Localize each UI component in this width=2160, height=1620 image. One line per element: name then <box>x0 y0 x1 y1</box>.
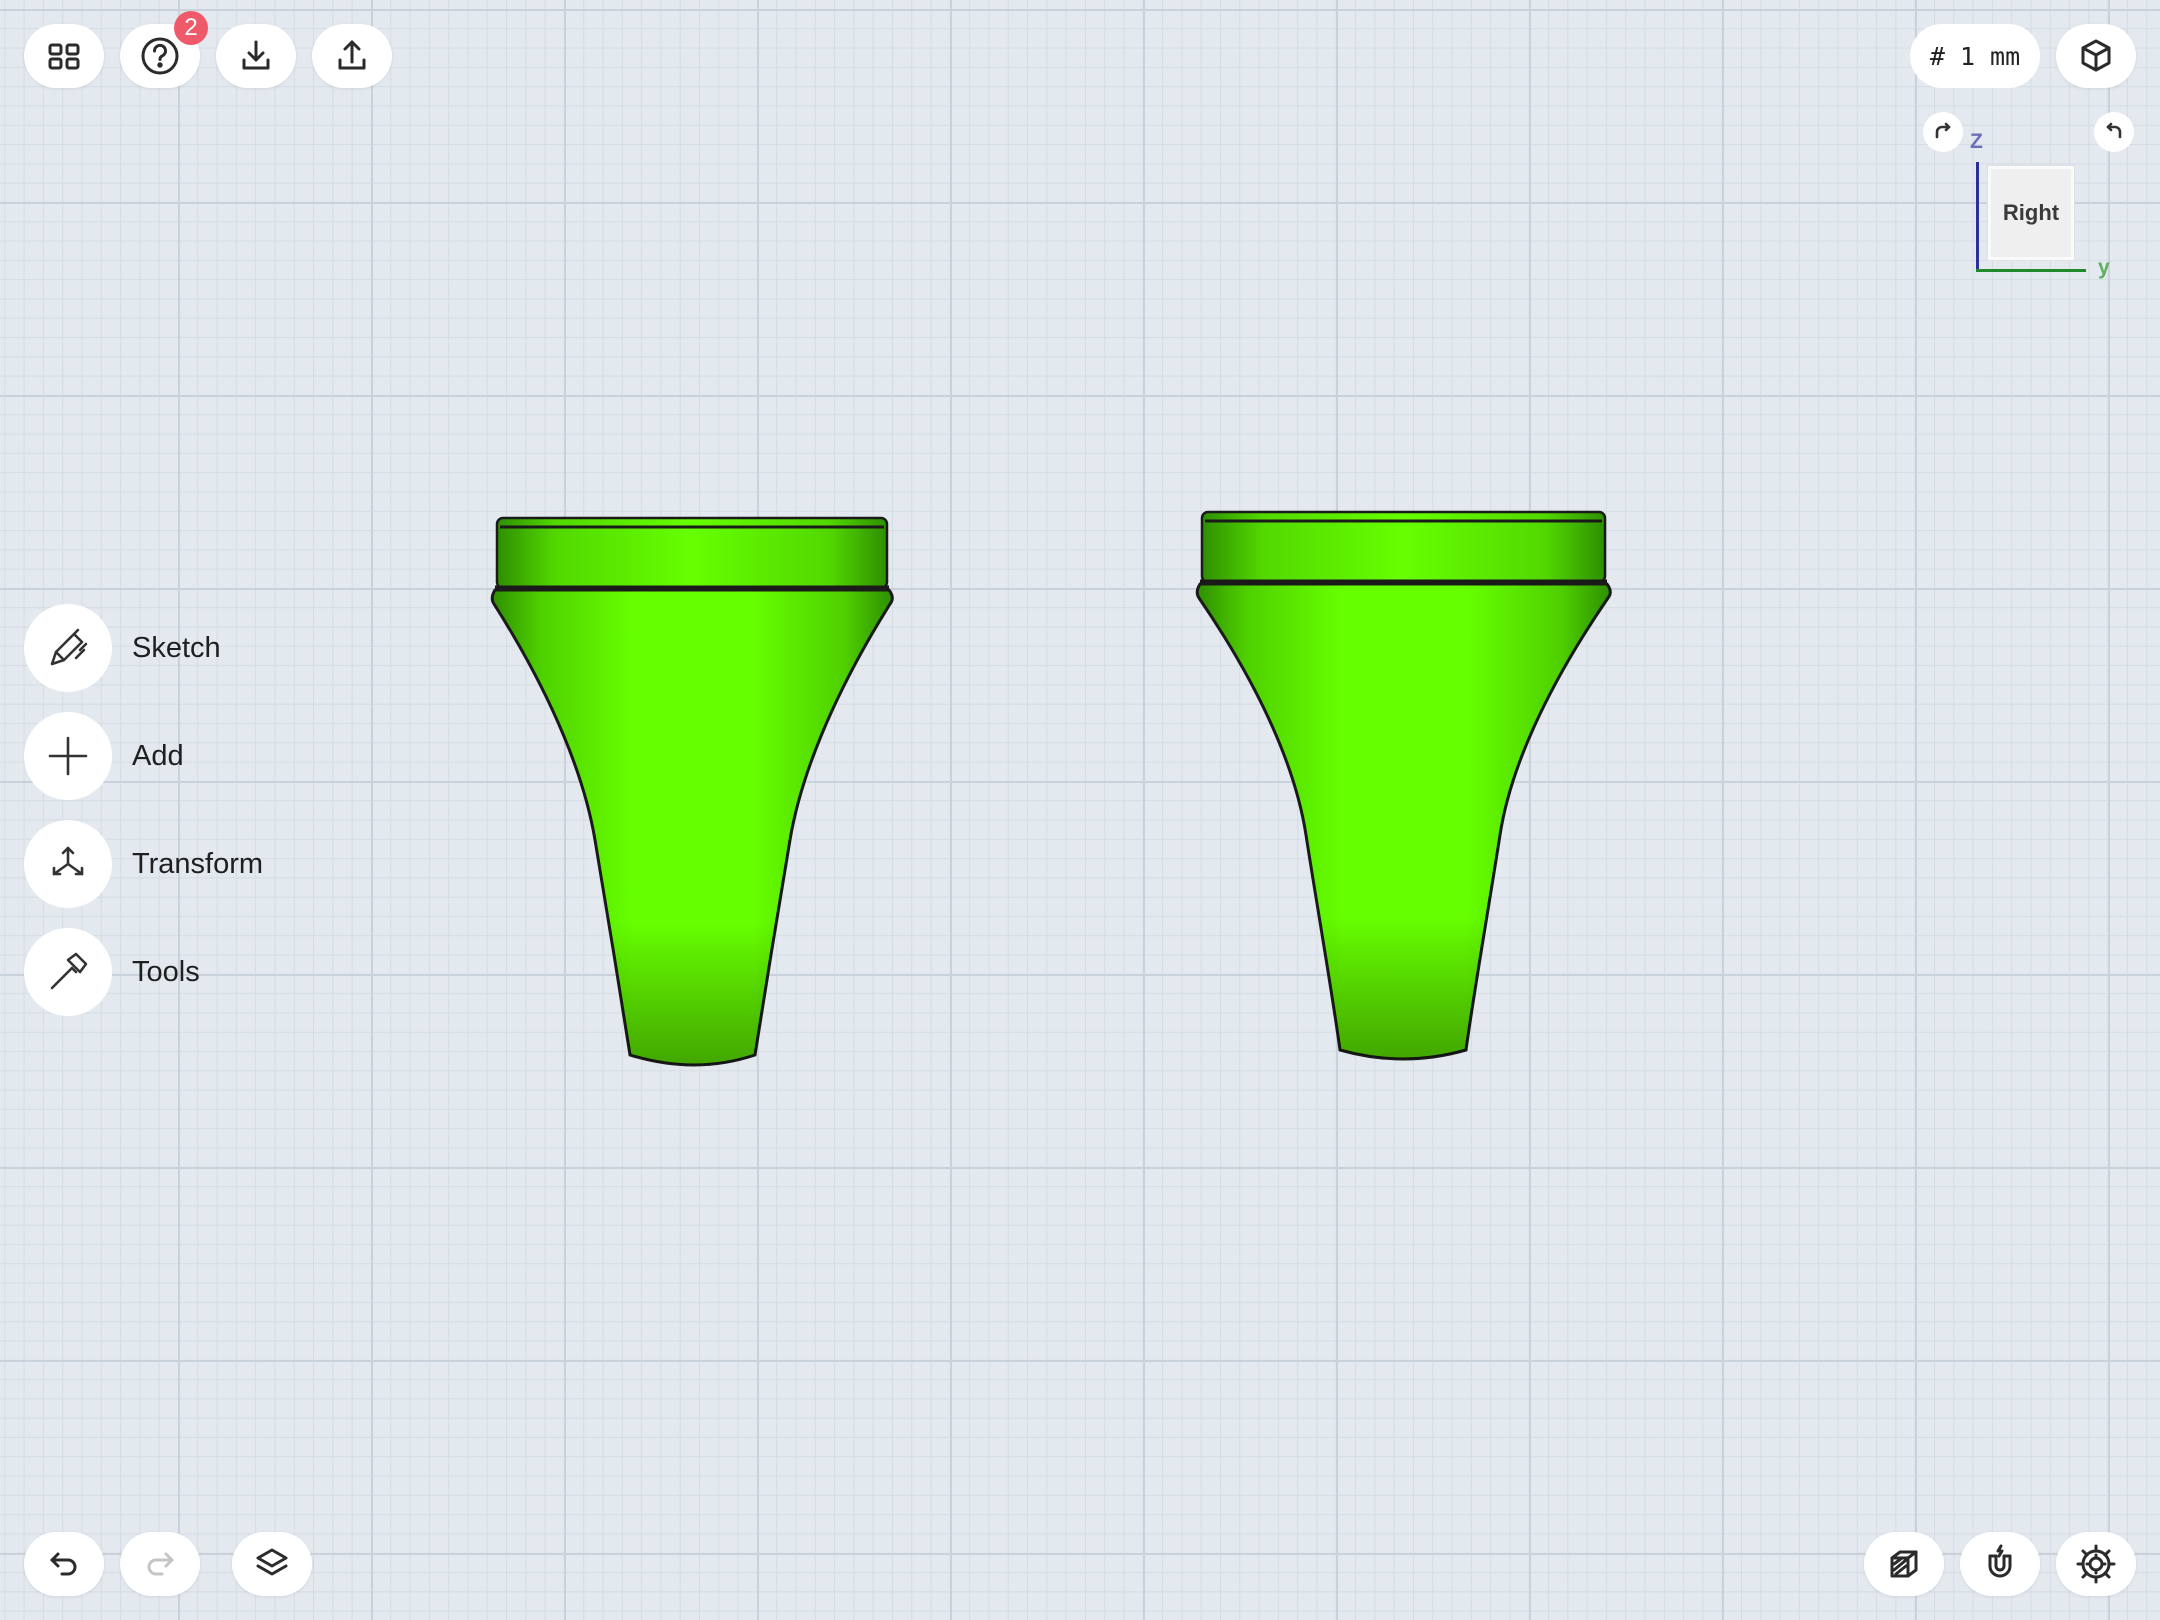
settings-button[interactable] <box>2056 1532 2136 1596</box>
view-cube-face[interactable]: Right <box>1988 166 2074 260</box>
z-axis-label: Z <box>1970 130 1983 153</box>
export-button[interactable] <box>312 24 392 88</box>
menu-item-transform[interactable]: Transform <box>24 820 263 908</box>
gallery-button[interactable] <box>24 24 104 88</box>
shaded-box-icon <box>1890 1550 1918 1578</box>
plus-icon <box>48 736 88 776</box>
menu-item-sketch[interactable]: Sketch <box>24 604 221 692</box>
view-mode-button[interactable] <box>2056 24 2136 88</box>
transform-button[interactable] <box>24 820 112 908</box>
share-icon <box>338 40 366 70</box>
layers-button[interactable] <box>232 1532 312 1596</box>
redo-button[interactable] <box>120 1532 200 1596</box>
gear-icon <box>2076 1544 2116 1584</box>
sketch-button[interactable] <box>24 604 112 692</box>
grid-units-button[interactable]: # 1 mm <box>1910 24 2040 88</box>
rotate-right-icon <box>2106 122 2122 139</box>
hammer-icon <box>50 952 88 990</box>
tools-button[interactable] <box>24 928 112 1016</box>
menu-item-tools[interactable]: Tools <box>24 928 200 1016</box>
viewport-3d[interactable] <box>0 0 2160 1620</box>
render-mode-button[interactable] <box>1864 1532 1944 1596</box>
model-part-left[interactable] <box>490 516 894 1067</box>
cube-icon <box>2081 39 2111 72</box>
model-part-right[interactable] <box>1195 510 1612 1061</box>
snap-button[interactable] <box>1960 1532 2040 1596</box>
help-icon <box>141 37 179 75</box>
rotate-ccw-button[interactable] <box>1923 112 1963 152</box>
rotate-left-icon <box>1935 122 1951 139</box>
rotate-cw-button[interactable] <box>2094 112 2134 152</box>
add-label: Add <box>132 739 184 772</box>
y-axis-line <box>1976 269 2086 272</box>
add-button[interactable] <box>24 712 112 800</box>
pen-icon <box>50 628 88 666</box>
layers-icon <box>256 1548 288 1576</box>
notification-badge: 2 <box>174 11 208 45</box>
magnet-icon <box>1988 1544 2012 1578</box>
menu-item-add[interactable]: Add <box>24 712 184 800</box>
y-axis-label: y <box>2098 256 2110 279</box>
tools-label: Tools <box>132 955 200 988</box>
undo-button[interactable] <box>24 1532 104 1596</box>
view-cube[interactable]: Z y Right <box>1920 110 2140 290</box>
download-icon <box>242 40 270 70</box>
transform-label: Transform <box>132 847 264 880</box>
import-button[interactable] <box>216 24 296 88</box>
z-axis-line <box>1976 162 1979 272</box>
redo-icon <box>147 1552 174 1576</box>
transform-arrows-icon <box>52 846 84 876</box>
undo-icon <box>50 1552 77 1576</box>
grid-icon <box>48 43 80 70</box>
sketch-label: Sketch <box>132 631 221 664</box>
